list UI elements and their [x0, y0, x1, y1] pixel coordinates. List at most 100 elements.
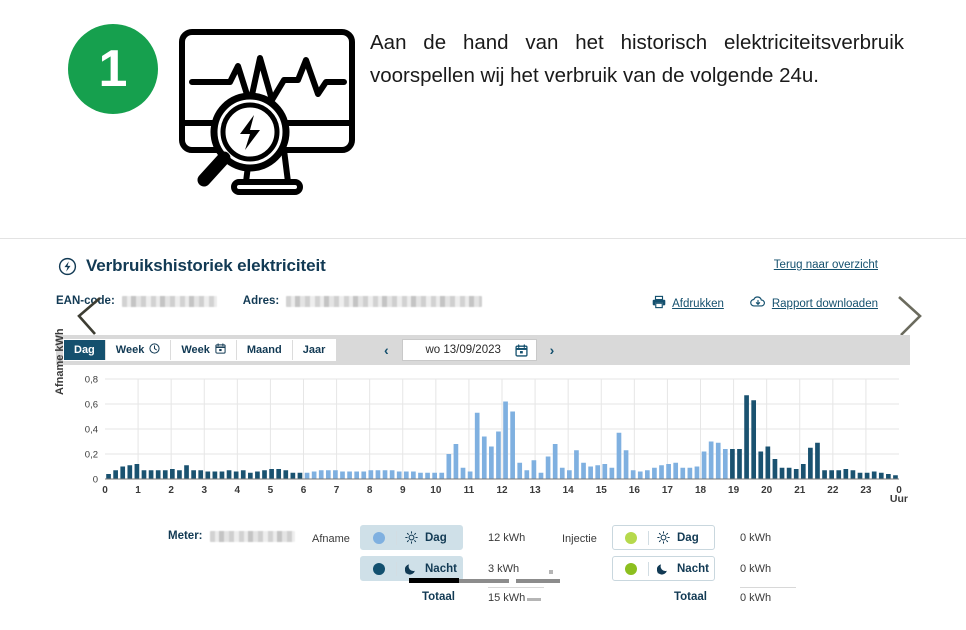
tab-jaar[interactable]: Jaar: [292, 340, 336, 360]
svg-text:11: 11: [464, 485, 475, 496]
svg-text:8: 8: [367, 485, 373, 496]
afname-nacht-color-dot: [373, 562, 385, 575]
afname-dag-value: 12 kWh: [488, 531, 526, 544]
divider: [396, 530, 397, 545]
legend-afname-dag[interactable]: Dag: [360, 525, 463, 550]
chart-toolbar: Dag Week Week Maand Jaar ‹ wo 13/09/2023…: [56, 335, 910, 365]
address-value-redacted: [286, 295, 483, 307]
svg-text:14: 14: [563, 485, 575, 496]
svg-text:15: 15: [596, 485, 608, 496]
injectie-dag-value: 0 kWh: [740, 531, 772, 544]
date-input[interactable]: wo 13/09/2023: [401, 339, 537, 362]
svg-text:9: 9: [400, 485, 406, 496]
meter-label: Meter:: [168, 530, 203, 542]
injectie-legend-group: Dag Nacht Totaal: [612, 525, 715, 607]
tab-dag[interactable]: Dag: [64, 340, 106, 360]
svg-text:13: 13: [530, 485, 542, 496]
legend-afname-nacht[interactable]: Nacht: [360, 556, 463, 581]
injectie-nacht-value: 0 kWh: [740, 562, 772, 575]
next-day-button[interactable]: ›: [547, 342, 558, 358]
tab-maand-label: Maand: [246, 344, 282, 356]
print-button[interactable]: Afdrukken: [652, 295, 724, 312]
printer-icon: [652, 295, 666, 312]
moon-icon: [657, 562, 670, 575]
afname-total-value: 15 kWh: [488, 587, 544, 607]
meter-info: Meter:: [168, 530, 295, 542]
clock-icon: [149, 343, 160, 357]
chart-legend-footer: Meter: Afname Injectie Dag Nacht Totaal …: [0, 517, 966, 629]
svg-text:6: 6: [301, 485, 307, 496]
afname-nacht-value: 3 kWh: [488, 562, 520, 575]
svg-text:18: 18: [695, 485, 707, 496]
injectie-nacht-label: Nacht: [677, 562, 709, 575]
svg-text:16: 16: [629, 485, 641, 496]
svg-text:0,2: 0,2: [85, 450, 98, 461]
afname-legend-group: Dag Nacht Totaal: [360, 525, 463, 607]
back-to-overview-link[interactable]: Terug naar overzicht: [774, 259, 878, 271]
panel-header: Verbruikshistoriek elektriciteit: [56, 255, 326, 277]
legend-injectie-dag[interactable]: Dag: [612, 525, 715, 550]
x-axis-label: Uur: [889, 493, 908, 505]
svg-text:17: 17: [662, 485, 674, 496]
download-report-button[interactable]: Rapport downloaden: [750, 295, 878, 312]
panel-actions: Afdrukken Rapport downloaden: [652, 295, 878, 312]
ean-code-label: EAN-code:: [56, 295, 115, 307]
ean-code-value-redacted: [121, 295, 217, 307]
print-label: Afdrukken: [672, 297, 724, 310]
afname-nacht-label: Nacht: [425, 562, 457, 575]
address-label: Adres:: [242, 295, 280, 307]
svg-text:10: 10: [430, 485, 442, 496]
intro-paragraph: Aan de hand van het historisch elektrici…: [370, 31, 904, 87]
svg-text:23: 23: [860, 485, 872, 496]
tab-dag-label: Dag: [74, 344, 95, 356]
svg-text:4: 4: [235, 485, 241, 496]
intro-section: 1 Aan de hand van het historisch elektri…: [0, 0, 966, 230]
afname-total-label: Totaal: [421, 591, 455, 603]
period-tab-group: Dag Week Week Maand Jaar: [63, 339, 337, 361]
injectie-total-value: 0 kWh: [740, 587, 796, 607]
meta-info-row: EAN-code: Adres:: [56, 295, 483, 307]
tab-jaar-label: Jaar: [302, 344, 326, 356]
injectie-dag-color-dot: [625, 531, 637, 544]
moon-icon: [405, 562, 418, 575]
tab-week-calendar-label: Week: [181, 344, 210, 356]
divider: [396, 561, 397, 576]
tab-week-rolling-label: Week: [115, 344, 145, 356]
calendar-icon: [215, 343, 226, 357]
afname-dag-label: Dag: [425, 531, 447, 544]
injectie-dag-label: Dag: [677, 531, 699, 544]
svg-text:2: 2: [168, 485, 174, 496]
svg-text:19: 19: [728, 485, 740, 496]
chart-canvas: 00,20,40,60,80 1 2 3 4 5 6 7 8 9 10 11 12 13 14 15 16 17 1…: [85, 375, 902, 496]
monitor-ecg-magnifier-bolt-icon: [172, 22, 362, 207]
svg-text:22: 22: [827, 485, 839, 496]
page-title: Verbruikshistoriek elektriciteit: [86, 256, 326, 275]
injectie-total-label: Totaal: [673, 591, 707, 603]
afname-values: 12 kWh 3 kWh 15 kWh: [488, 525, 544, 607]
divider: [648, 561, 649, 576]
svg-text:3: 3: [201, 485, 207, 496]
sun-icon: [657, 531, 670, 544]
download-report-label: Rapport downloaden: [771, 297, 878, 310]
injectie-label: Injectie: [562, 533, 597, 545]
svg-text:0: 0: [102, 485, 108, 496]
step-number-badge: 1: [68, 24, 158, 114]
svg-text:0,6: 0,6: [85, 400, 98, 411]
injectie-values: 0 kWh 0 kWh 0 kWh: [740, 525, 796, 607]
svg-text:7: 7: [334, 485, 340, 496]
calendar-icon[interactable]: [515, 344, 528, 362]
afname-dag-color-dot: [373, 531, 385, 544]
consumption-bar-chart: Afname kWh 0 0,2 0,4 0,6 0,8 0 1 2 3 4 5 6 7 8 9 10 11 12…: [54, 328, 910, 511]
tab-week-calendar[interactable]: Week: [171, 340, 237, 360]
tab-maand[interactable]: Maand: [236, 340, 293, 360]
prev-day-button[interactable]: ‹: [381, 342, 392, 358]
legend-injectie-nacht[interactable]: Nacht: [612, 556, 715, 581]
tab-week-rolling[interactable]: Week: [105, 340, 172, 360]
svg-text:0,4: 0,4: [85, 425, 98, 436]
svg-text:0,8: 0,8: [85, 375, 98, 386]
afname-label: Afname: [312, 533, 350, 545]
svg-text:12: 12: [496, 485, 508, 496]
svg-text:21: 21: [794, 485, 806, 496]
lightning-circle-icon: [56, 255, 78, 277]
svg-text:0: 0: [93, 475, 98, 486]
